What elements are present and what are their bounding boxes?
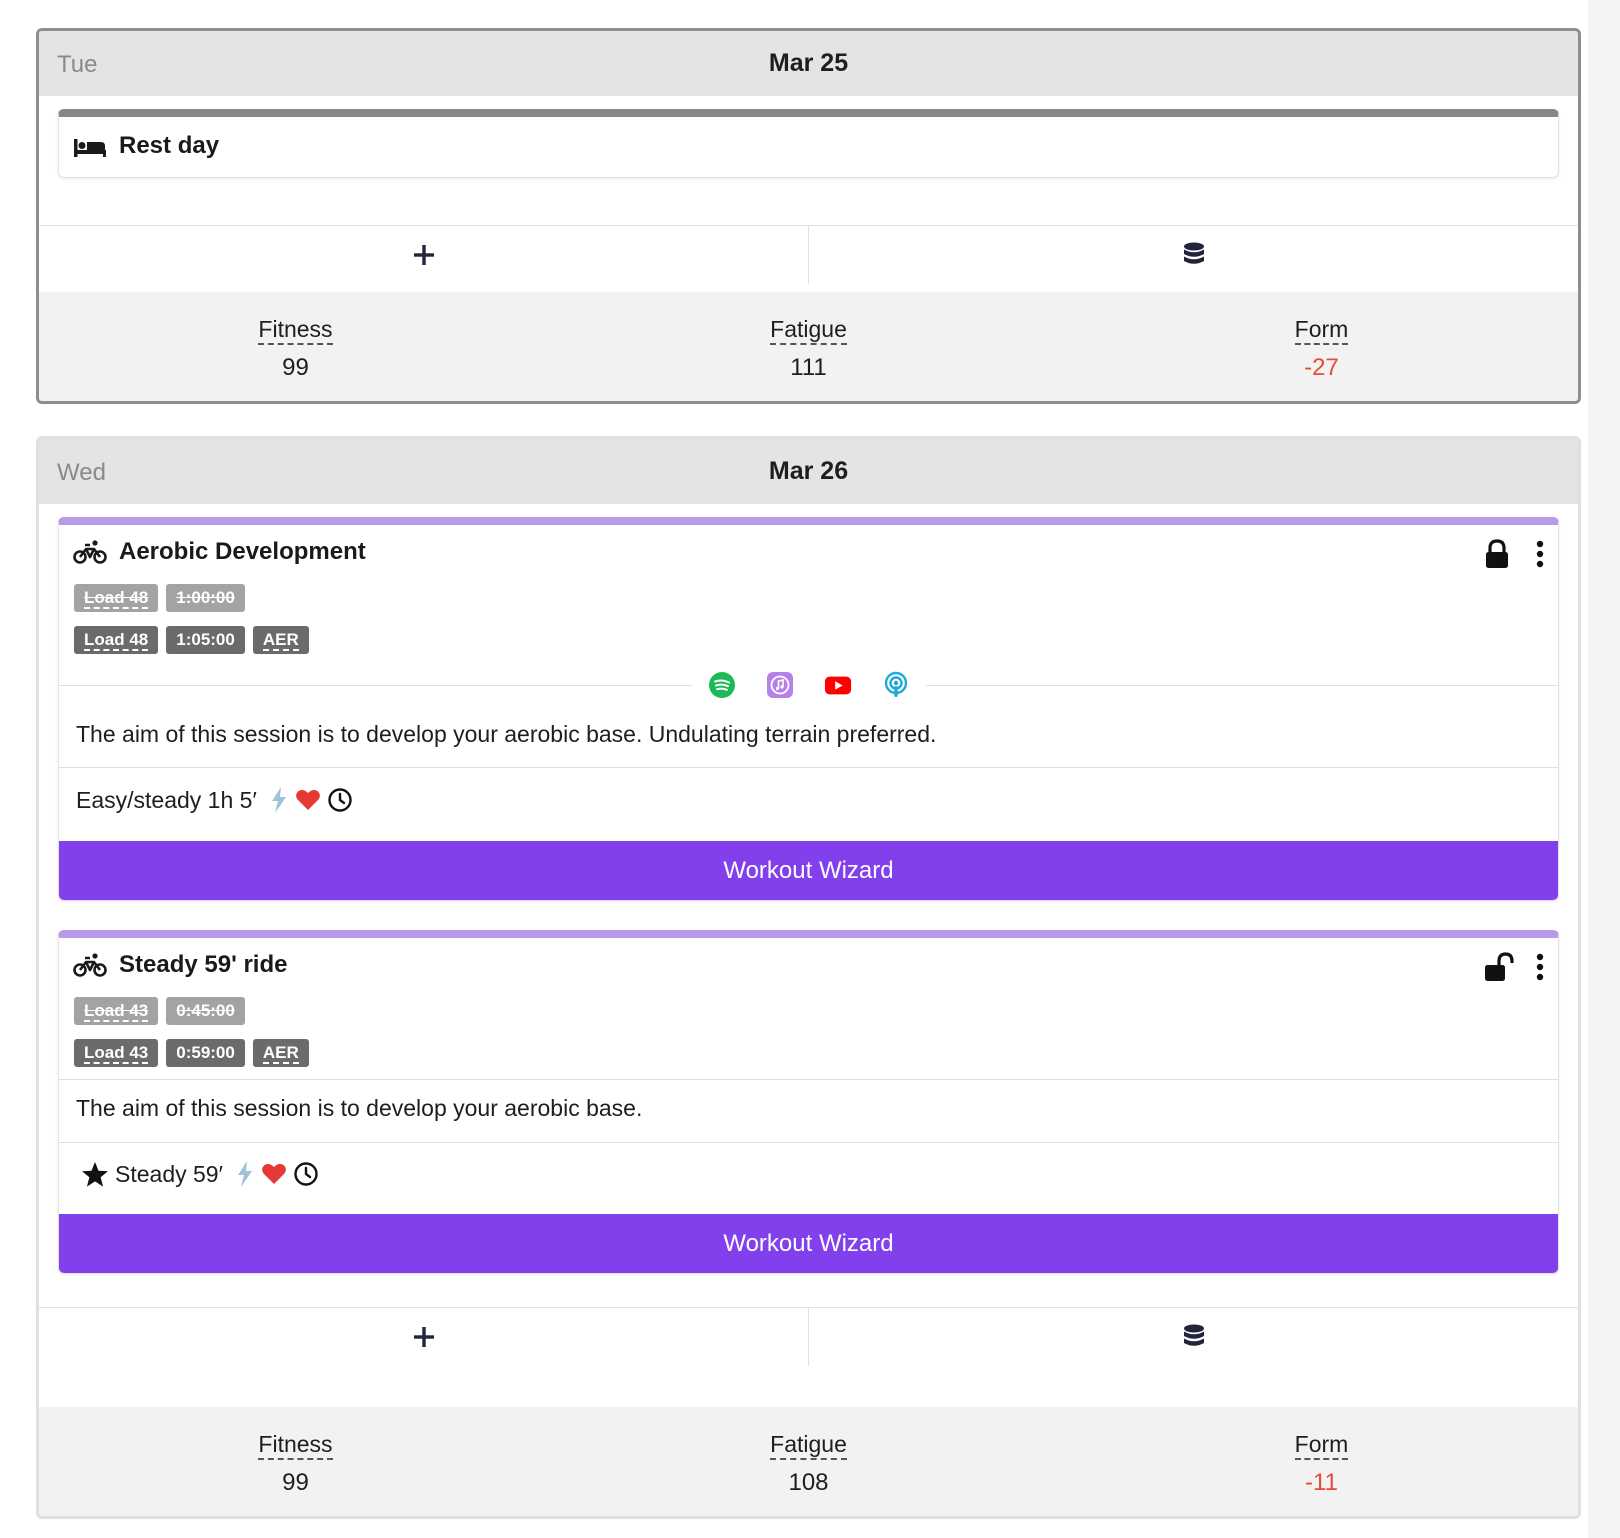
day-date: Mar 26 xyxy=(768,457,849,485)
workout-steps: Steady 59′ xyxy=(81,1160,319,1188)
day-card-wed: Wed Mar 26 Aerobic Development Load 48 1… xyxy=(36,436,1581,1519)
divider xyxy=(59,1079,1558,1080)
heart-rate-icon xyxy=(295,789,320,810)
zone-badge[interactable]: AER xyxy=(252,626,309,654)
fitness-stat: Fitness 99 xyxy=(39,1407,552,1516)
day-action-row xyxy=(39,1307,1578,1366)
workout-card[interactable]: Aerobic Development Load 48 1:00:00 Load… xyxy=(58,517,1559,901)
planned-badges: Load 48 1:00:00 xyxy=(74,584,245,612)
planned-load-badge[interactable]: Load 48 xyxy=(74,584,159,612)
form-label[interactable]: Form xyxy=(1294,316,1349,345)
rest-day-card[interactable]: Rest day xyxy=(58,109,1559,178)
fitness-value: 99 xyxy=(282,1469,309,1496)
planned-duration-badge: 0:45:00 xyxy=(166,997,245,1025)
more-options-icon[interactable] xyxy=(1535,539,1545,569)
power-icon xyxy=(237,1161,252,1187)
workout-library-button[interactable] xyxy=(808,1308,1578,1366)
power-icon xyxy=(271,787,286,813)
workout-wizard-button[interactable]: Workout Wizard xyxy=(59,841,1558,900)
workout-wizard-button[interactable]: Workout Wizard xyxy=(59,1214,1558,1273)
apple-music-icon[interactable] xyxy=(766,671,794,699)
star-icon[interactable] xyxy=(81,1161,109,1188)
planned-load-badge[interactable]: Load 43 xyxy=(74,997,159,1025)
fatigue-value: 111 xyxy=(790,354,827,381)
day-action-row xyxy=(39,225,1578,284)
workout-card[interactable]: Steady 59' ride Load 43 0:45:00 Load 43 … xyxy=(58,930,1559,1274)
clock-icon xyxy=(328,788,352,812)
workout-title[interactable]: Steady 59' ride xyxy=(119,951,287,979)
steps-summary: Easy/steady 1h 5′ xyxy=(76,786,257,813)
podcast-icon[interactable] xyxy=(882,671,910,699)
youtube-icon[interactable] xyxy=(824,671,852,699)
unlock-icon[interactable] xyxy=(1484,952,1514,982)
day-stats: Fitness 99 Fatigue 108 Form -11 xyxy=(39,1407,1578,1516)
fatigue-stat: Fatigue 111 xyxy=(552,292,1065,401)
day-card-tue: Tue Mar 25 Rest day Fitness 99 Fatigue 1… xyxy=(36,28,1581,404)
database-icon xyxy=(1183,242,1204,264)
day-date: Mar 25 xyxy=(768,49,849,77)
divider xyxy=(59,767,1558,768)
fitness-value: 99 xyxy=(282,354,309,381)
bike-icon xyxy=(73,953,107,977)
plus-icon xyxy=(413,245,434,265)
day-stats: Fitness 99 Fatigue 111 Form -27 xyxy=(39,292,1578,401)
actual-badges: Load 48 1:05:00 AER xyxy=(74,626,309,654)
workout-steps: Easy/steady 1h 5′ xyxy=(76,786,353,814)
duration-badge: 0:59:00 xyxy=(166,1039,245,1067)
workout-title[interactable]: Aerobic Development xyxy=(119,538,366,566)
clock-icon xyxy=(294,1162,318,1186)
form-label[interactable]: Form xyxy=(1294,1431,1349,1460)
load-badge[interactable]: Load 48 xyxy=(74,626,159,654)
fitness-label[interactable]: Fitness xyxy=(258,1431,333,1460)
zone-badge[interactable]: AER xyxy=(252,1039,309,1067)
rest-day-title: Rest day xyxy=(119,132,220,159)
form-stat: Form -27 xyxy=(1065,292,1578,401)
actual-badges: Load 43 0:59:00 AER xyxy=(74,1039,309,1067)
fitness-label[interactable]: Fitness xyxy=(258,316,333,345)
add-workout-button[interactable] xyxy=(39,1308,808,1366)
fatigue-label[interactable]: Fatigue xyxy=(770,316,847,345)
planned-badges: Load 43 0:45:00 xyxy=(74,997,245,1025)
form-stat: Form -11 xyxy=(1065,1407,1578,1516)
workout-library-button[interactable] xyxy=(808,226,1578,284)
duration-badge: 1:05:00 xyxy=(166,626,245,654)
plus-icon xyxy=(413,1327,434,1347)
fitness-stat: Fitness 99 xyxy=(39,292,552,401)
form-value: -27 xyxy=(1304,354,1339,381)
database-icon xyxy=(1183,1324,1204,1346)
fatigue-stat: Fatigue 108 xyxy=(552,1407,1065,1516)
fatigue-value: 108 xyxy=(788,1469,829,1496)
more-options-icon[interactable] xyxy=(1535,952,1545,982)
spotify-icon[interactable] xyxy=(708,671,736,699)
heart-rate-icon xyxy=(262,1163,286,1184)
day-header: Wed Mar 26 xyxy=(39,439,1578,504)
lock-icon[interactable] xyxy=(1484,539,1510,569)
scrollbar[interactable] xyxy=(1588,0,1620,1538)
load-badge[interactable]: Load 43 xyxy=(74,1039,159,1067)
workout-description: The aim of this session is to develop yo… xyxy=(76,1095,643,1121)
day-header: Tue Mar 25 xyxy=(39,31,1578,96)
workout-description: The aim of this session is to develop yo… xyxy=(76,721,937,747)
planned-duration-badge: 1:00:00 xyxy=(166,584,245,612)
add-workout-button[interactable] xyxy=(39,226,808,284)
bed-icon xyxy=(74,139,106,157)
media-links xyxy=(59,671,1558,699)
divider xyxy=(59,1142,1558,1143)
bike-icon xyxy=(73,540,107,564)
form-value: -11 xyxy=(1305,1469,1338,1496)
steps-summary: Steady 59′ xyxy=(115,1160,223,1187)
fatigue-label[interactable]: Fatigue xyxy=(770,1431,847,1460)
